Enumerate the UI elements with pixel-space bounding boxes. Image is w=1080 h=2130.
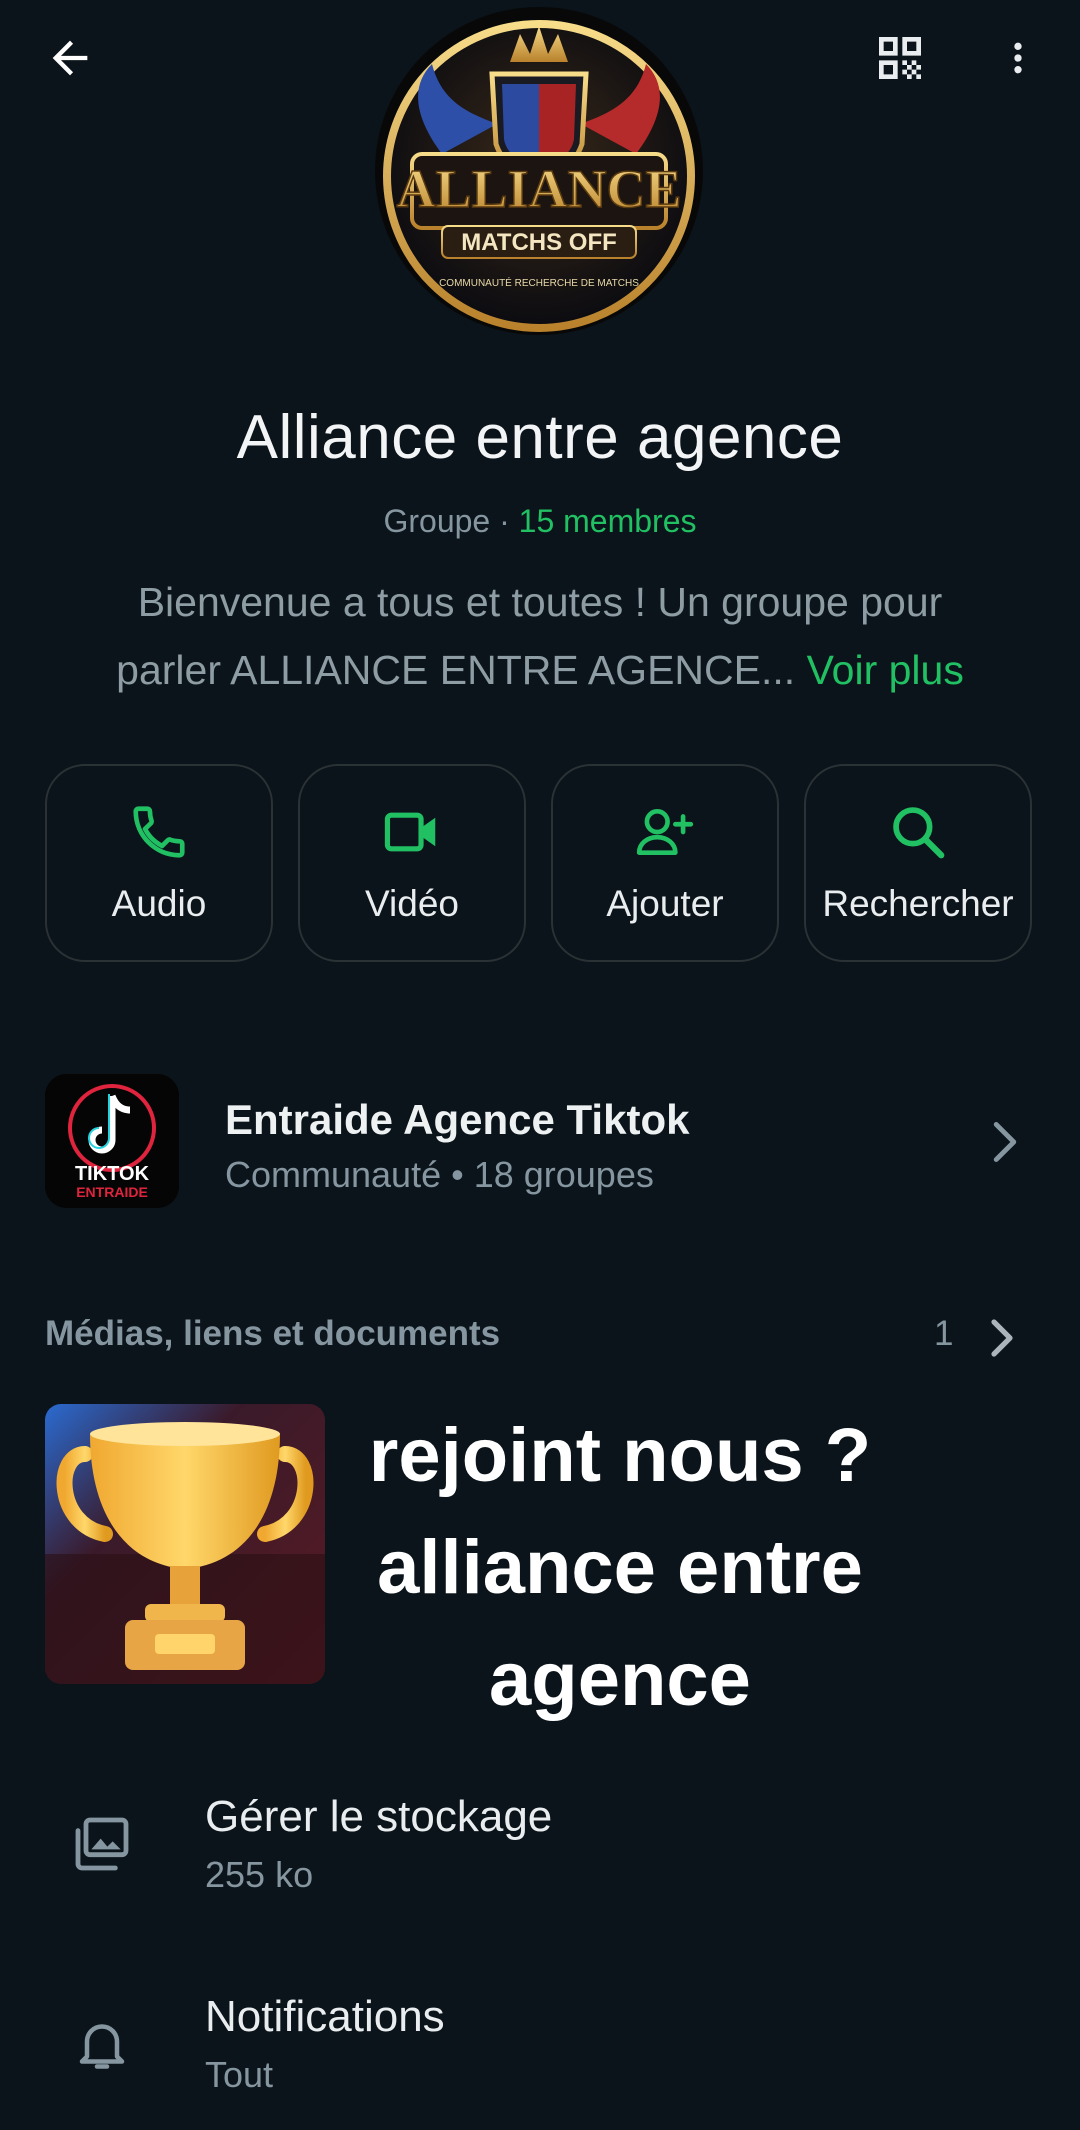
svg-text:TIKTOK: TIKTOK [75,1163,150,1185]
group-meta: Groupe · 15 membres [0,503,1080,540]
svg-text:MATCHS OFF: MATCHS OFF [461,229,617,256]
trophy-image [45,1404,325,1684]
add-member-button[interactable]: Ajouter [551,764,779,962]
chevron-right-icon[interactable] [988,1318,1016,1358]
alliance-logo-image: ALLIANCE MATCHS OFF COMMUNAUTÉ RECHERCHE… [375,7,703,335]
storage-value: 255 ko [205,1854,314,1895]
community-row[interactable]: TIKTOK ENTRAIDE Entraide Agence Tiktok C… [0,1070,1080,1214]
promo-line: rejoint nous ? [368,1413,872,1498]
promo-line: alliance entre [377,1525,863,1610]
bell-icon [79,2024,125,2069]
community-avatar: TIKTOK ENTRAIDE [45,1074,179,1208]
audio-call-button[interactable]: Audio [45,764,273,962]
search-button[interactable]: Rechercher [804,764,1032,962]
manage-storage-row[interactable]: Gérer le stockage 255 ko [0,1780,1080,1930]
community-subtitle: Communauté • 18 groupes [225,1154,654,1195]
members-count-link[interactable]: 15 membres [519,503,697,539]
group-name: Alliance entre agence [236,403,844,472]
phone-icon [133,806,185,858]
arrow-left-icon [52,40,88,76]
notifications-row[interactable]: Notifications Tout [0,1980,1080,2130]
media-section-header: Médias, liens et documents [45,1314,501,1353]
svg-text:ENTRAIDE: ENTRAIDE [76,1184,148,1200]
notifications-title: Notifications [205,1992,445,2041]
svg-text:COMMUNAUTÉ RECHERCHE DE MATCHS: COMMUNAUTÉ RECHERCHE DE MATCHS [439,276,639,289]
back-button[interactable] [30,18,110,98]
tiktok-entraide-logo: TIKTOK ENTRAIDE [45,1074,179,1208]
meta-separator: · [490,503,519,539]
video-icon [384,812,436,852]
more-vertical-icon [1014,42,1022,74]
search-icon [893,807,945,859]
media-thumbnail[interactable] [45,1404,325,1684]
qr-code-button[interactable] [858,16,942,100]
group-photo[interactable]: ALLIANCE MATCHS OFF COMMUNAUTÉ RECHERCHE… [372,4,706,338]
chevron-right-icon [993,1121,1017,1163]
add-label: Ajouter [606,883,724,924]
svg-text:ALLIANCE: ALLIANCE [396,159,681,219]
add-person-icon [636,809,694,855]
video-call-button[interactable]: Vidéo [298,764,526,962]
more-options-button[interactable] [978,16,1058,100]
group-description: Bienvenue a tous et toutes ! Un groupe p… [80,568,1000,704]
audio-label: Audio [111,883,207,924]
qr-code-icon [879,37,921,79]
storage-icon [75,1817,129,1871]
storage-title: Gérer le stockage [205,1792,553,1841]
video-label: Vidéo [365,883,459,924]
promo-text: rejoint nous ? alliance entre agence [330,1400,910,1736]
search-label: Rechercher [822,883,1014,924]
see-more-link[interactable]: Voir plus [807,647,964,693]
community-title: Entraide Agence Tiktok [225,1096,690,1143]
media-count: 1 [934,1314,954,1353]
group-type-label: Groupe [383,503,491,539]
promo-line: agence [489,1637,751,1722]
notifications-value: Tout [205,2054,274,2095]
